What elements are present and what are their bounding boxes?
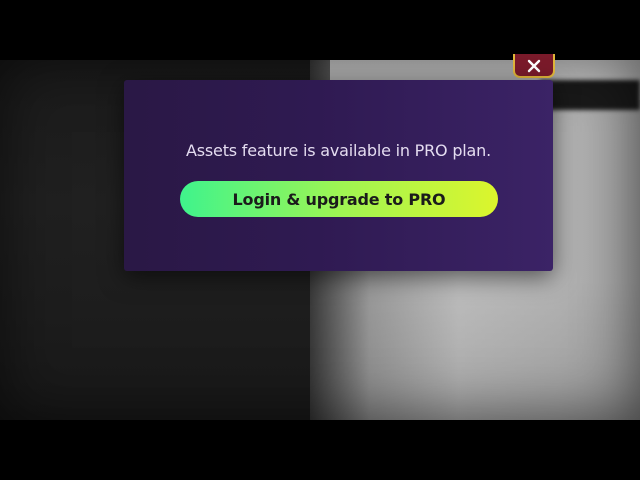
screen: Assets feature is available in PRO plan.… [0,0,640,480]
dialog-message: Assets feature is available in PRO plan. [186,141,491,160]
login-upgrade-button[interactable]: Login & upgrade to PRO [180,181,498,217]
pro-upgrade-dialog: Assets feature is available in PRO plan.… [124,80,553,271]
close-icon [527,59,541,73]
close-button[interactable] [513,54,555,78]
